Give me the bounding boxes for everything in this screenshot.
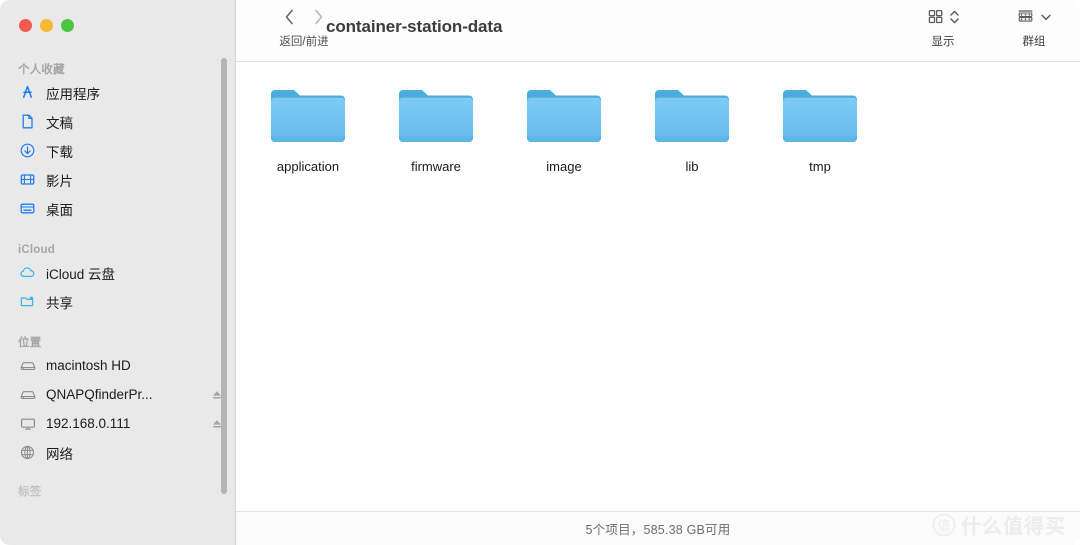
file-item[interactable]: lib: [628, 76, 756, 175]
harddrive-icon: [18, 385, 37, 404]
file-label: image: [546, 159, 582, 174]
watermark-badge-icon: 值: [932, 513, 956, 536]
group-icons: [997, 7, 1071, 31]
minimize-button[interactable]: [40, 19, 53, 32]
sidebar-item-label: 文稿: [46, 115, 73, 131]
document-icon: [18, 112, 37, 131]
sidebar-item-movies[interactable]: 影片: [0, 166, 236, 193]
file-label: lib: [685, 159, 699, 174]
watermark: 值 什么值得买: [932, 510, 1066, 539]
file-label: firmware: [411, 159, 461, 174]
toolbar-caption: 显示: [931, 36, 955, 48]
sidebar-item-label: 192.168.0.111: [46, 416, 131, 431]
folder-icon: [266, 82, 350, 150]
file-item[interactable]: image: [500, 76, 628, 175]
sidebar-item-network-host[interactable]: 192.168.0.111: [0, 410, 236, 437]
chevron-left-icon[interactable]: [283, 7, 296, 32]
status-bar: 5个项目，585.38 GB可用 值 什么值得买: [236, 511, 1080, 545]
up-down-chevron-icon: [949, 8, 960, 31]
file-item[interactable]: firmware: [372, 76, 500, 175]
watermark-text: 什么值得买: [961, 516, 1066, 538]
sidebar-item-label: 下载: [46, 144, 73, 160]
harddrive-icon: [18, 356, 37, 375]
page-title: container-station-data: [326, 17, 503, 36]
folder-icon: [394, 82, 478, 150]
file-item[interactable]: application: [244, 76, 372, 175]
movies-icon: [18, 170, 37, 189]
chevron-down-icon: [1040, 10, 1052, 29]
sidebar-scroll-area: 个人收藏 应用程序 文稿 下载 影片 桌面 iCloud iCloud 云盘 共…: [0, 55, 236, 545]
sidebar-section-favorites-header: 个人收藏: [18, 64, 65, 76]
sidebar-item-shared[interactable]: 共享: [0, 288, 236, 315]
sidebar-item-downloads[interactable]: 下载: [0, 137, 236, 164]
file-label: tmp: [809, 159, 831, 174]
sidebar-item-label: QNAPQfinderPr...: [46, 387, 153, 402]
sidebar-item-label: 桌面: [46, 202, 73, 218]
icloud-icon: [18, 263, 37, 282]
status-text: 5个项目，585.38 GB可用: [585, 523, 731, 537]
sidebar-section-icloud-header: iCloud: [18, 244, 55, 256]
sidebar-item-macintosh-hd[interactable]: macintosh HD: [0, 352, 236, 379]
sidebar-item-label: 共享: [46, 295, 73, 311]
sidebar-item-label: 网络: [46, 446, 73, 462]
sidebar-section-locations-header: 位置: [18, 337, 42, 349]
file-grid: application firmware image lib tmp: [236, 62, 1080, 175]
grid-view-icon: [927, 8, 944, 30]
sidebar-item-label: iCloud 云盘: [46, 266, 116, 282]
toolbar-button-view[interactable]: 显示: [907, 7, 979, 49]
sidebar-item-documents[interactable]: 文稿: [0, 108, 236, 135]
applications-icon: [18, 83, 37, 102]
sidebar-item-label: macintosh HD: [46, 358, 131, 373]
desktop-icon: [18, 199, 37, 218]
file-item[interactable]: tmp: [756, 76, 884, 175]
chevron-right-icon[interactable]: [312, 7, 325, 32]
network-icon: [18, 443, 37, 462]
folder-icon: [522, 82, 606, 150]
downloads-icon: [18, 141, 37, 160]
folder-icon: [778, 82, 862, 150]
toolbar-button-group[interactable]: 群组: [997, 7, 1071, 49]
view-icons: [907, 7, 979, 31]
sidebar-item-applications[interactable]: 应用程序: [0, 79, 236, 106]
sidebar-item-label: 应用程序: [46, 86, 100, 102]
zoom-button[interactable]: [61, 19, 74, 32]
toolbar: 返回/前进 container-station-data 显示 群组: [236, 0, 1080, 62]
sidebar-item-label: 影片: [46, 173, 73, 189]
sidebar-item-desktop[interactable]: 桌面: [0, 195, 236, 222]
svg-text:值: 值: [937, 518, 950, 533]
finder-window: 个人收藏 应用程序 文稿 下载 影片 桌面 iCloud iCloud 云盘 共…: [0, 0, 1080, 545]
group-rows-icon: [1016, 8, 1035, 30]
main-panel: 返回/前进 container-station-data 显示 群组 appli…: [236, 0, 1080, 545]
sidebar: 个人收藏 应用程序 文稿 下载 影片 桌面 iCloud iCloud 云盘 共…: [0, 0, 236, 545]
sidebar-item-network[interactable]: 网络: [0, 439, 236, 466]
shared-folder-icon: [18, 292, 37, 311]
sidebar-section-tags-header: 标签: [18, 486, 42, 498]
file-label: application: [276, 159, 340, 174]
display-icon: [18, 414, 37, 433]
sidebar-item-qnap-volume[interactable]: QNAPQfinderPr...: [0, 381, 236, 408]
file-browser-area[interactable]: application firmware image lib tmp: [236, 62, 1080, 511]
sidebar-scrollbar[interactable]: [221, 58, 227, 494]
close-button[interactable]: [19, 19, 32, 32]
window-controls: [19, 19, 74, 32]
folder-icon: [650, 82, 734, 150]
toolbar-caption: 群组: [1022, 36, 1046, 48]
sidebar-item-icloud-drive[interactable]: iCloud 云盘: [0, 259, 236, 286]
